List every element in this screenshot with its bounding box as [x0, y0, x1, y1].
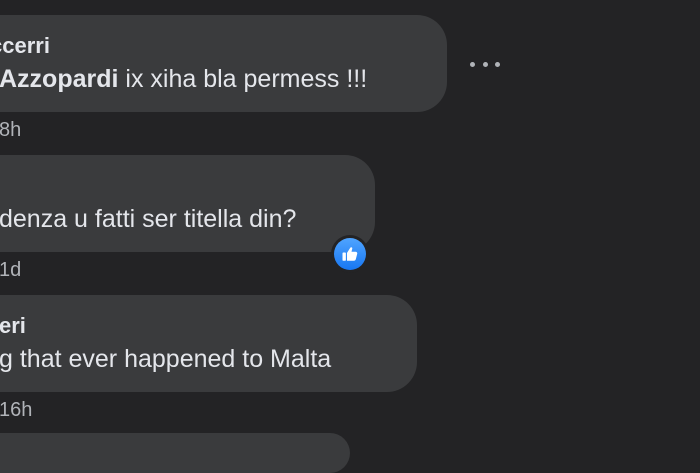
comment-text: g that ever happened to Malta	[0, 345, 332, 373]
more-options-icon[interactable]	[470, 56, 500, 72]
comment-text: denza u fatti ser titella din?	[0, 205, 297, 233]
comment-author[interactable]: eri	[0, 313, 26, 339]
like-reaction-badge[interactable]	[331, 235, 369, 273]
mention-link[interactable]: Azzopardi	[0, 65, 118, 93]
comment-timestamp[interactable]: 1d	[0, 259, 21, 282]
comment-text: Azzopardi ix xiha bla permess !!!	[0, 65, 367, 94]
comment-bubble	[0, 433, 350, 473]
comment-timestamp[interactable]: 16h	[0, 399, 32, 422]
comment-bubble	[0, 15, 447, 112]
comment-bubble	[0, 155, 375, 252]
comment-body: ix xiha bla permess !!!	[118, 65, 368, 93]
comment-bubble	[0, 295, 417, 392]
comment-timestamp[interactable]: 8h	[0, 119, 21, 142]
like-icon	[334, 238, 366, 270]
comment-author[interactable]: ccerri	[0, 33, 50, 59]
